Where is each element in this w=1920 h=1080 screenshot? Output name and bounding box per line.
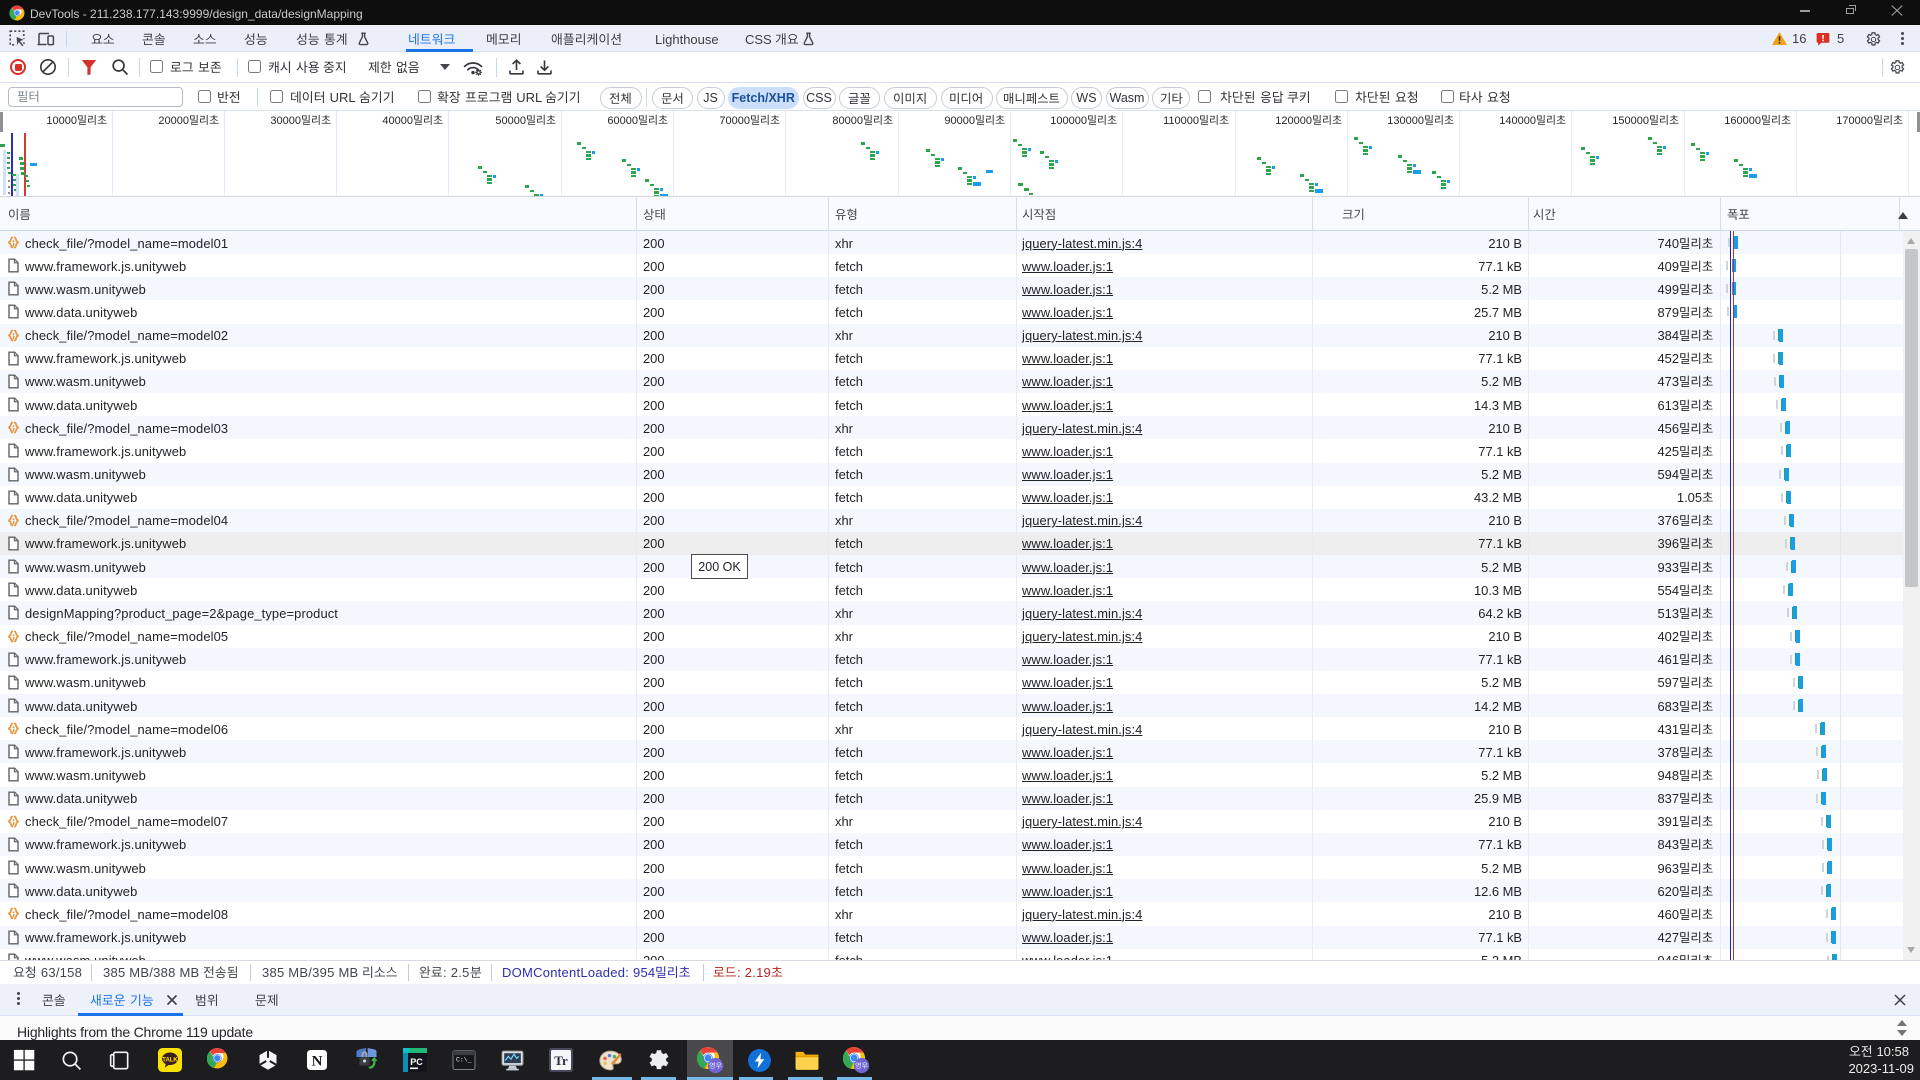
svg-text:PC: PC <box>410 1057 423 1067</box>
svg-text:C:\_: C:\_ <box>456 1057 472 1064</box>
svg-text:Tr: Tr <box>554 1053 568 1068</box>
svg-text:TALK: TALK <box>162 1058 178 1064</box>
svg-text:N: N <box>312 1054 323 1070</box>
